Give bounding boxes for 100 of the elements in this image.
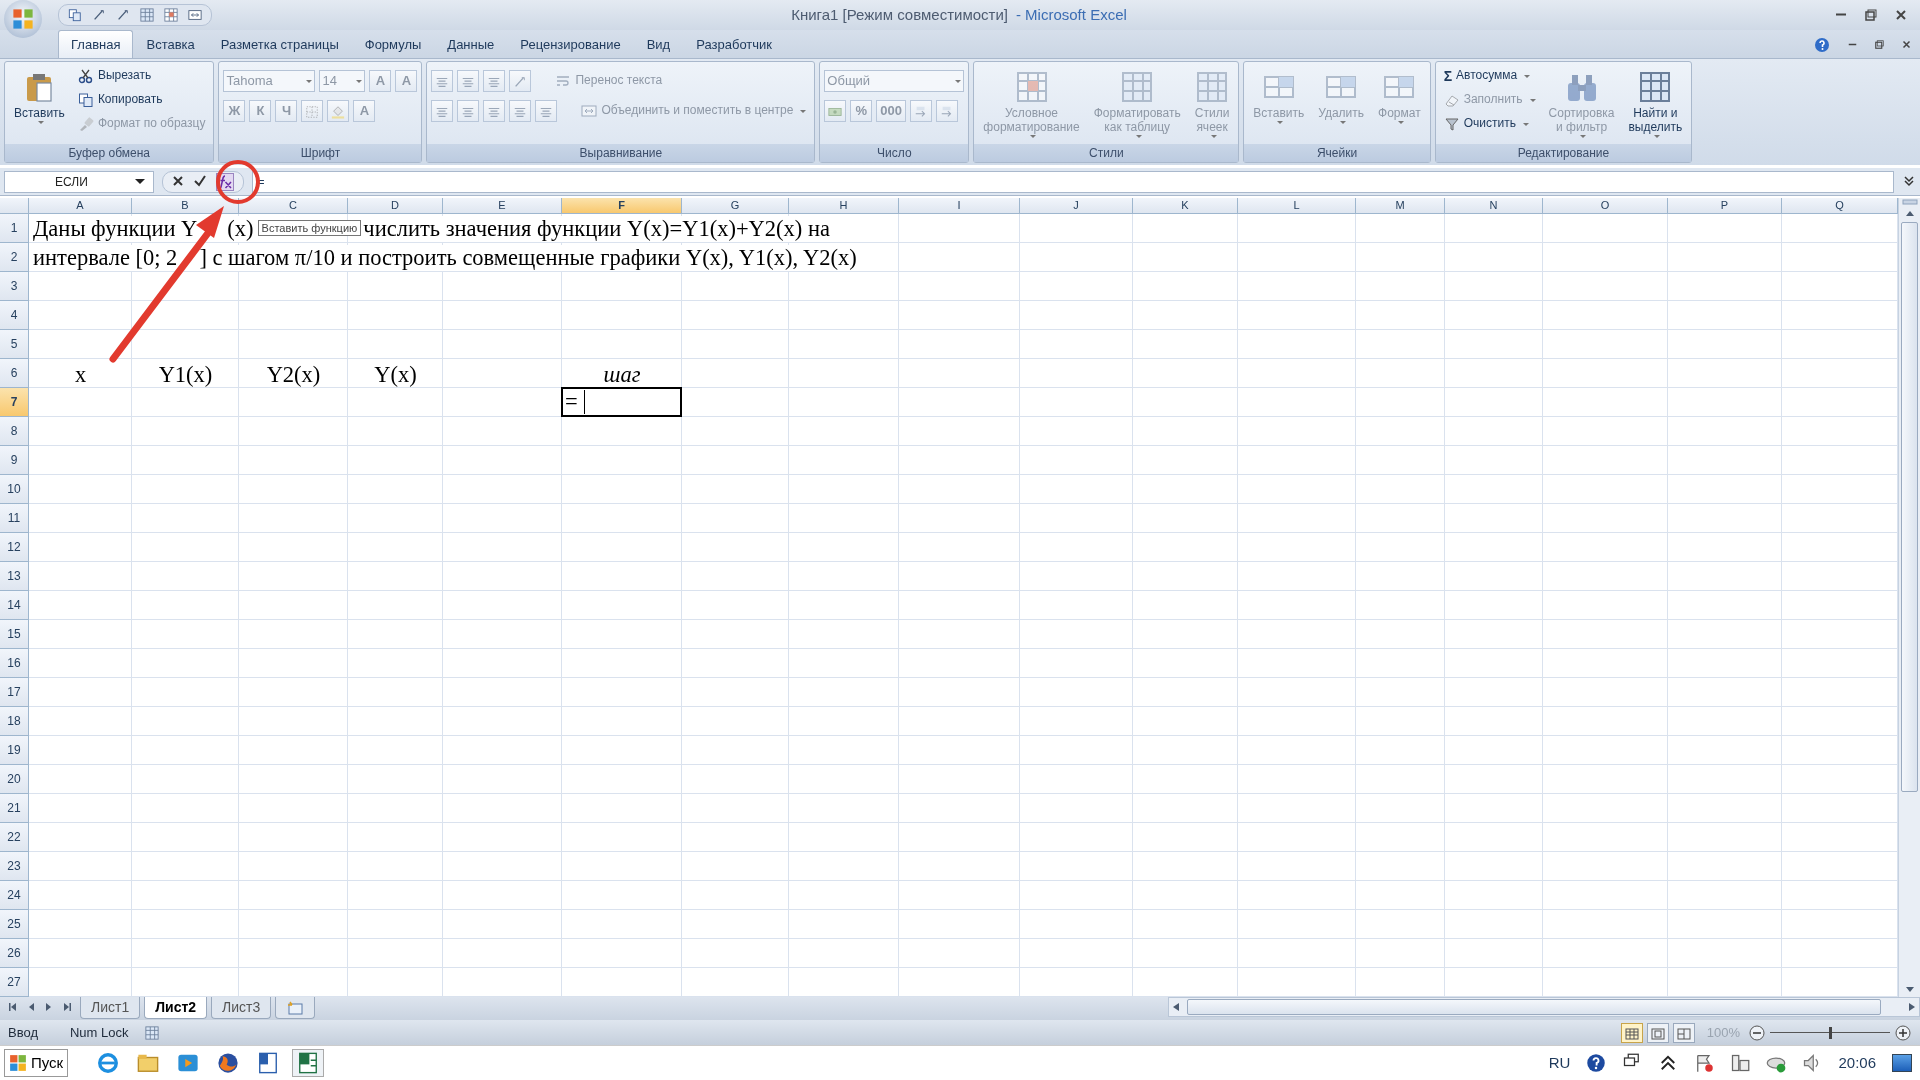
row-header[interactable]: 16 [0, 649, 29, 678]
flag-icon[interactable] [1694, 1053, 1715, 1073]
column-header[interactable]: H [789, 198, 899, 214]
column-header[interactable]: Q [1782, 198, 1898, 214]
sheet-tab[interactable]: Лист2 [144, 997, 208, 1019]
row-header[interactable]: 1 [0, 214, 29, 243]
ribbon-tab[interactable]: Разработчик [683, 29, 786, 58]
row-header[interactable]: 4 [0, 301, 29, 330]
column-header[interactable]: E [443, 198, 562, 214]
row-header[interactable]: 3 [0, 272, 29, 301]
border-icon [305, 104, 320, 119]
row-header[interactable]: 14 [0, 591, 29, 620]
column-header[interactable]: N [1445, 198, 1543, 214]
normal-view-button[interactable] [1620, 1022, 1643, 1043]
scroll-thumb[interactable] [1901, 222, 1918, 792]
column-header[interactable]: K [1133, 198, 1238, 214]
scroll-thumb[interactable] [1187, 999, 1881, 1015]
page-layout-button[interactable] [1646, 1022, 1669, 1043]
ribbon-tab[interactable]: Данные [434, 29, 508, 58]
row-header[interactable]: 17 [0, 678, 29, 707]
ribbon-tab[interactable]: Разметка страницы [207, 29, 352, 58]
zoom-slider[interactable] [1770, 1025, 1890, 1040]
ribbon-tab[interactable]: Формулы [351, 29, 435, 58]
wrap-text-icon [555, 73, 572, 89]
column-header[interactable]: M [1356, 198, 1445, 214]
row-header[interactable]: 21 [0, 794, 29, 823]
start-button[interactable]: Пуск [4, 1048, 69, 1078]
ribbon-tab[interactable]: Рецензирование [507, 29, 634, 58]
row-header[interactable]: 7 [0, 388, 29, 417]
row-header[interactable]: 20 [0, 765, 29, 794]
zoom-out-button[interactable] [1748, 1023, 1766, 1042]
ribbon-button[interactable]: Σ Автосумма [1439, 66, 1540, 87]
first-sheet-icon[interactable] [8, 1002, 18, 1012]
caret-icon [955, 79, 962, 83]
row-header[interactable]: 6 [0, 359, 29, 388]
ribbon-button[interactable]: Очистить [1439, 114, 1540, 135]
column-header[interactable]: O [1543, 198, 1668, 214]
help-button[interactable] [1813, 36, 1831, 54]
name-box[interactable]: ЕСЛИ [4, 170, 154, 193]
row-header[interactable]: 24 [0, 881, 29, 910]
ribbon-tab[interactable]: Вставка [133, 29, 208, 58]
cell-text: интервале [0; 2 [33, 245, 178, 271]
row-header[interactable]: 5 [0, 330, 29, 359]
column-header[interactable]: J [1020, 198, 1133, 214]
row-header[interactable]: 15 [0, 620, 29, 649]
row-header[interactable]: 10 [0, 475, 29, 504]
page-break-button[interactable] [1672, 1022, 1695, 1043]
split-handle-icon[interactable] [1901, 198, 1918, 206]
column-header[interactable]: B [132, 198, 239, 214]
row-header[interactable]: 19 [0, 736, 29, 765]
column-header[interactable]: D [348, 198, 443, 214]
row-header[interactable]: 12 [0, 533, 29, 562]
vertical-scrollbar[interactable] [1898, 198, 1920, 997]
office-button[interactable] [4, 0, 42, 38]
show-desktop-button[interactable] [1892, 1054, 1912, 1072]
row-header[interactable]: 11 [0, 504, 29, 533]
row-header[interactable]: 27 [0, 968, 29, 997]
row-header[interactable]: 22 [0, 823, 29, 852]
sheet-tab[interactable]: Лист3 [211, 997, 272, 1019]
text-cursor [583, 390, 585, 414]
zoom-thumb[interactable] [1829, 1026, 1832, 1039]
language-indicator[interactable]: RU [1548, 1051, 1571, 1075]
ribbon-tab[interactable]: Главная [58, 29, 134, 58]
taskbar-app-button[interactable] [292, 1049, 325, 1077]
column-header[interactable]: P [1668, 198, 1782, 214]
network-icon[interactable] [1730, 1053, 1751, 1073]
last-sheet-icon[interactable] [62, 1002, 72, 1012]
horizontal-scrollbar[interactable] [1168, 997, 1920, 1017]
column-header[interactable]: C [239, 198, 348, 214]
group-title: Ячейки [1244, 144, 1430, 162]
scissors-icon [77, 68, 94, 84]
row-header[interactable]: 18 [0, 707, 29, 736]
active-cell[interactable]: = [561, 387, 682, 417]
row-header[interactable]: 9 [0, 446, 29, 475]
sigma-icon: Σ [1443, 68, 1453, 85]
ribbon-button[interactable]: Найти и выделить [1623, 66, 1688, 144]
fill-bucket-icon [331, 104, 346, 119]
column-header[interactable]: I [899, 198, 1020, 214]
row-header[interactable]: 25 [0, 910, 29, 939]
row-header[interactable]: 13 [0, 562, 29, 591]
row-header[interactable]: 23 [0, 852, 29, 881]
column-header[interactable]: A [29, 198, 132, 214]
minimize-icon [1835, 13, 1847, 17]
column-header[interactable]: G [682, 198, 789, 214]
ribbon-button[interactable]: Копировать [73, 90, 210, 110]
minus-icon [1749, 1024, 1765, 1041]
help-icon[interactable] [1586, 1053, 1607, 1073]
row-header[interactable]: 2 [0, 243, 29, 272]
column-header[interactable]: L [1238, 198, 1356, 214]
zoom-in-button[interactable] [1894, 1023, 1912, 1042]
sheet-tab[interactable]: Лист1 [80, 997, 141, 1019]
check-icon [194, 175, 206, 188]
row-header[interactable]: 8 [0, 417, 29, 446]
column-header[interactable]: F [562, 198, 682, 214]
ribbon-button[interactable]: Вырезать [73, 66, 210, 86]
ribbon-button[interactable]: Вставить [9, 66, 70, 144]
normal-view-icon [1624, 1028, 1639, 1041]
ribbon-tab[interactable]: Вид [633, 29, 684, 58]
caret-icon [135, 179, 145, 184]
row-header[interactable]: 26 [0, 939, 29, 968]
